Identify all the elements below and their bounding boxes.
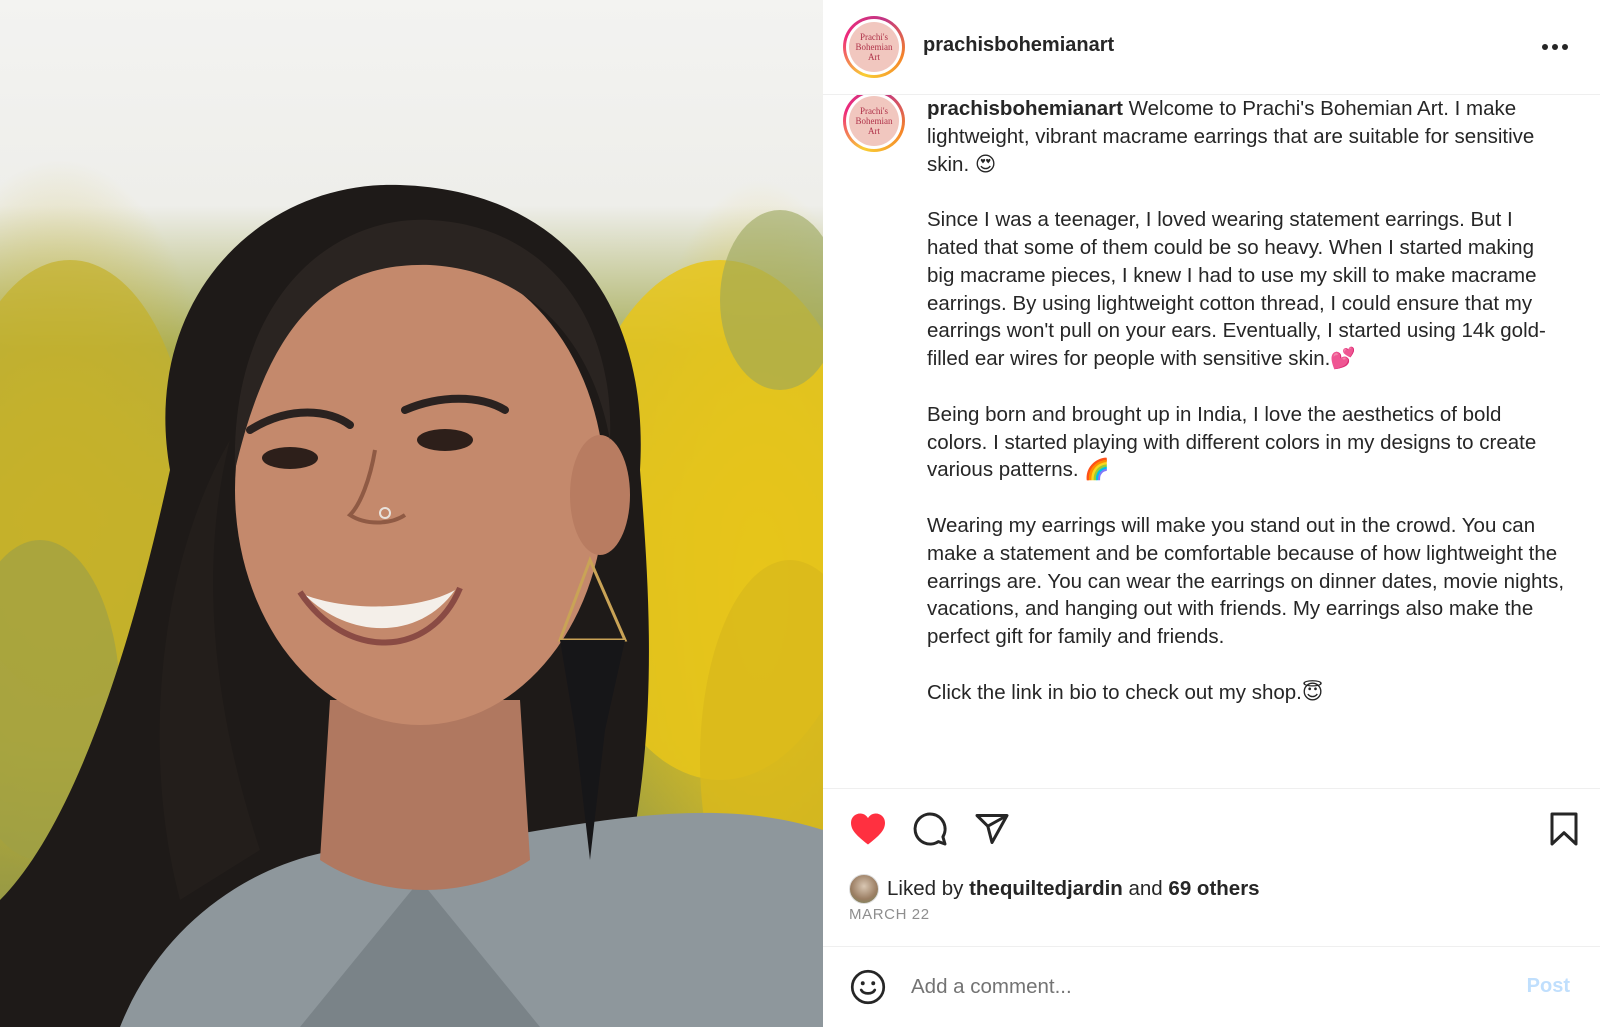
caption-paragraph: Click the link in bio to check out my sh…: [927, 680, 1324, 704]
avatar-logo-line: Bohemian: [855, 116, 893, 126]
likes-others-link[interactable]: 69 others: [1168, 877, 1259, 901]
post-date[interactable]: MARCH 22: [849, 906, 930, 923]
heart-filled-icon: [851, 813, 885, 845]
comment-input[interactable]: [911, 967, 1491, 1007]
caption-scroll-area[interactable]: Prachi's Bohemian Art prachisbohemianart…: [823, 95, 1600, 788]
more-horizontal-icon: [1542, 44, 1568, 50]
save-button[interactable]: [1543, 808, 1585, 850]
caption-paragraph: Wearing my earrings will make you stand …: [927, 513, 1565, 649]
avatar-logo-line: Prachi's: [859, 106, 889, 116]
caption-paragraph: prachisbohemianart Welcome to Prachi's B…: [927, 95, 1567, 178]
caption-username[interactable]: prachisbohemianart: [927, 97, 1123, 120]
more-options-button[interactable]: [1540, 32, 1570, 62]
avatar-logo-line: Art: [868, 52, 880, 62]
avatar-logo-line: Bohemian: [855, 42, 893, 52]
portrait-illustration: [0, 184, 823, 1027]
comment-button[interactable]: [909, 808, 951, 850]
avatar-logo-line: Prachi's: [859, 32, 889, 42]
likes-middle: and: [1122, 877, 1169, 900]
likes-summary[interactable]: Liked by thequiltedjardin and 69 others: [849, 874, 1260, 904]
post-caption: prachisbohemianart Welcome to Prachi's B…: [927, 95, 1567, 734]
divider: [823, 788, 1600, 789]
add-comment-bar: Post: [823, 947, 1600, 1027]
caption-paragraph: Being born and brought up in India, I lo…: [927, 402, 1537, 482]
avatar-logo-line: Art: [868, 126, 880, 136]
like-button[interactable]: [847, 808, 889, 850]
smiley-icon: [850, 969, 886, 1005]
header-username[interactable]: prachisbohemianart: [923, 34, 1114, 57]
emoji-picker-button[interactable]: [847, 966, 889, 1008]
share-button[interactable]: [971, 808, 1013, 850]
liker-avatar[interactable]: [849, 874, 879, 904]
header-avatar[interactable]: Prachi's Bohemian Art: [843, 16, 905, 78]
caption-avatar[interactable]: Prachi's Bohemian Art: [843, 95, 905, 152]
liker-username[interactable]: thequiltedjardin: [969, 877, 1123, 901]
post-header: Prachi's Bohemian Art prachisbohemianart: [823, 0, 1600, 95]
post-comment-button[interactable]: Post: [1527, 975, 1570, 998]
paper-plane-icon: [975, 814, 1009, 844]
caption-paragraph: Since I was a teenager, I loved wearing …: [927, 208, 1546, 371]
avatar-logo: Prachi's Bohemian Art: [849, 22, 899, 72]
post-details-panel: Prachi's Bohemian Art prachisbohemianart…: [823, 0, 1600, 1027]
bookmark-icon: [1550, 812, 1578, 846]
post-image: [0, 0, 823, 1027]
likes-prefix: Liked by: [887, 877, 970, 900]
avatar-logo: Prachi's Bohemian Art: [849, 96, 899, 146]
comment-icon: [913, 812, 947, 846]
